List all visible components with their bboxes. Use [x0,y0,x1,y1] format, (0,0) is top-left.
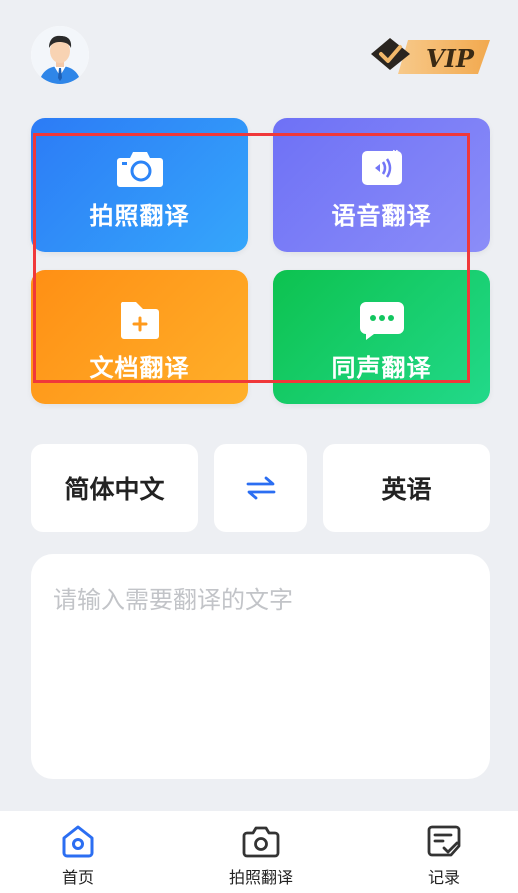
vip-badge[interactable]: VIP [368,34,492,76]
translation-input[interactable] [53,580,468,753]
tab-home[interactable]: 首页 [18,811,138,893]
camera-icon [242,826,280,858]
voice-translate-tile[interactable]: 语音翻译 [273,118,490,252]
swap-language-button[interactable] [214,444,307,532]
translation-input-box [31,554,490,779]
vip-label: VIP [426,44,475,73]
folder-plus-icon [120,302,159,339]
tile-label: 语音翻译 [331,202,432,230]
target-language-label: 英语 [381,475,432,504]
tab-label: 记录 [427,868,460,887]
document-translate-tile[interactable]: 文档翻译 [31,270,248,404]
user-avatar[interactable] [31,26,89,84]
tab-label: 首页 [61,868,94,887]
tab-records[interactable]: 记录 [384,811,504,893]
camera-icon [116,152,163,187]
user-avatar-icon [31,26,89,84]
photo-translate-tile[interactable]: 拍照翻译 [31,118,248,252]
record-icon [427,825,461,857]
tile-label: 同声翻译 [331,354,432,382]
voice-icon [361,149,402,185]
source-language-label: 简体中文 [64,475,165,504]
chat-bubble-icon [359,302,404,340]
bottom-tab-bar: 首页 拍照翻译 记录 [0,811,518,893]
tab-label: 拍照翻译 [228,868,293,887]
swap-arrows-icon [246,476,275,500]
tile-label: 拍照翻译 [89,202,190,230]
target-language-button[interactable]: 英语 [323,444,490,532]
tile-label: 文档翻译 [89,354,190,382]
tab-photo-translate[interactable]: 拍照翻译 [201,811,321,893]
home-icon [62,825,94,858]
source-language-button[interactable]: 简体中文 [31,444,198,532]
simultaneous-translate-tile[interactable]: 同声翻译 [273,270,490,404]
